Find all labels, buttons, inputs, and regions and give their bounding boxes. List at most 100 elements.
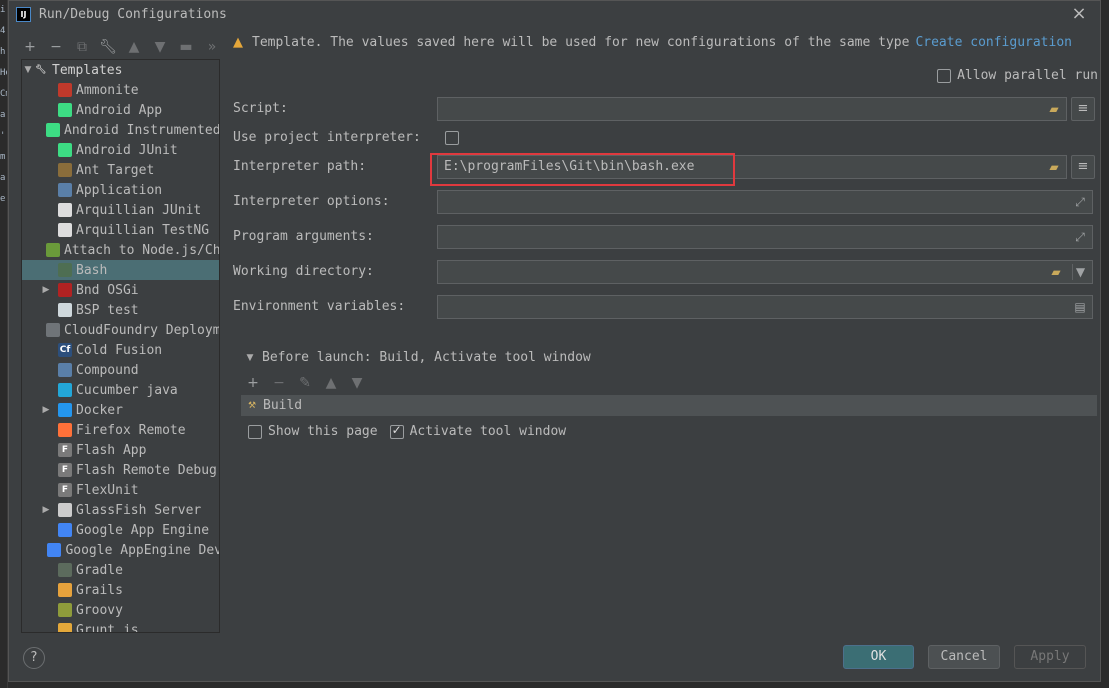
tree-item[interactable]: Arquillian TestNG <box>22 220 219 240</box>
tree-item[interactable]: ▶ GlassFish Server <box>22 500 219 520</box>
coldfusion-icon: Cf <box>58 343 72 357</box>
interpreter-path-menu-button[interactable]: ≡ <box>1071 155 1095 179</box>
remove-icon[interactable]: − <box>270 374 288 392</box>
tree-item[interactable]: CloudFoundry Deployment <box>22 320 219 340</box>
tree-item[interactable]: Compound <box>22 360 219 380</box>
copy-icon[interactable]: ⧉ <box>73 38 91 56</box>
move-up-icon[interactable]: ▲ <box>125 38 143 56</box>
interpreter-options-label: Interpreter options: <box>233 194 390 209</box>
tree-item-label: Android JUnit <box>76 142 178 158</box>
edit-icon[interactable]: ✎ <box>296 374 314 392</box>
tree-item[interactable]: Google AppEngine Dev <box>22 540 220 560</box>
tree-item[interactable]: Application <box>22 180 219 200</box>
tree-item[interactable]: ▶ Bnd OSGi <box>22 280 219 300</box>
tree-item[interactable]: Attach to Node.js/Chrome <box>22 240 219 260</box>
tree-item[interactable]: Ammonite <box>22 80 219 100</box>
expand-arrow-icon[interactable]: ▶ <box>40 285 52 295</box>
help-button[interactable]: ? <box>23 647 45 669</box>
tree-item[interactable]: Android JUnit <box>22 140 219 160</box>
title-bar: IJ Run/Debug Configurations × <box>9 1 1100 28</box>
remove-icon[interactable]: − <box>47 38 65 56</box>
expand-icon[interactable]: ⤢ <box>1072 229 1088 245</box>
create-configuration-link[interactable]: Create configuration <box>915 35 1072 50</box>
tree-item-label: Ant Target <box>76 162 155 178</box>
tree-item[interactable]: Arquillian JUnit <box>22 200 219 220</box>
tree-item[interactable]: BSP test <box>22 300 219 320</box>
activate-tool-window-checkbox[interactable] <box>389 423 404 439</box>
docker-icon <box>58 403 72 417</box>
expand-icon[interactable]: ⤢ <box>1072 194 1088 210</box>
chevron-down-icon[interactable]: ▼ <box>1072 264 1088 280</box>
wrench-icon[interactable]: 🔧︎ <box>99 38 117 56</box>
tree-item[interactable]: Gradle <box>22 560 219 580</box>
tree-item[interactable]: F FlexUnit <box>22 480 219 500</box>
wrench-icon: 🔧︎ <box>35 65 47 75</box>
osgi-icon <box>58 283 72 297</box>
tree-item[interactable]: Bash <box>22 260 219 280</box>
tree-item[interactable]: Ant Target <box>22 160 219 180</box>
tree-item[interactable]: Android Instrumented Tests <box>22 120 219 140</box>
tree-item[interactable]: Grunt.js <box>22 620 219 632</box>
add-icon[interactable]: + <box>244 374 262 392</box>
tree-item[interactable]: Groovy <box>22 600 219 620</box>
tree-item[interactable]: ▶ Docker <box>22 400 219 420</box>
environment-variables-field[interactable]: ▤ <box>437 295 1093 319</box>
use-project-interpreter-label: Use project interpreter: <box>233 130 421 145</box>
tree-item-label: BSP test <box>76 302 139 318</box>
tree-item[interactable]: Grails <box>22 580 219 600</box>
application-icon <box>58 183 72 197</box>
before-launch-task-list[interactable]: ⚒ Build <box>241 395 1097 416</box>
move-down-icon[interactable]: ▼ <box>151 38 169 56</box>
glassfish-icon <box>58 503 72 517</box>
add-icon[interactable]: + <box>21 38 39 56</box>
expand-arrow-icon[interactable]: ▶ <box>40 505 52 515</box>
script-field[interactable]: ▰ <box>437 97 1067 121</box>
tree-item-label: Google AppEngine Dev <box>65 542 220 558</box>
folder-icon[interactable]: ▰ <box>1046 159 1062 175</box>
program-arguments-field[interactable]: ⤢ <box>437 225 1093 249</box>
move-up-icon[interactable]: ▲ <box>322 374 340 392</box>
close-icon[interactable]: × <box>1070 5 1088 23</box>
tree-item[interactable]: Cf Cold Fusion <box>22 340 219 360</box>
tree-item[interactable]: Firefox Remote <box>22 420 219 440</box>
working-directory-field[interactable]: ▰ ▼ <box>437 260 1093 284</box>
script-menu-button[interactable]: ≡ <box>1071 97 1095 121</box>
tree-item-label: FlexUnit <box>76 482 139 498</box>
tree-item-label: Groovy <box>76 602 123 618</box>
template-warning: ▲ Template. The values saved here will b… <box>233 34 1072 50</box>
tree-item[interactable]: Cucumber java <box>22 380 219 400</box>
before-launch-section[interactable]: ▼ Before launch: Build, Activate tool wi… <box>244 350 591 365</box>
document-icon[interactable]: ▤ <box>1072 299 1088 315</box>
allow-parallel-checkbox[interactable] <box>937 68 952 83</box>
folder-icon[interactable]: ▰ <box>1046 101 1062 117</box>
tree-root-templates[interactable]: ▼ 🔧︎ Templates <box>22 60 219 80</box>
interpreter-options-field[interactable]: ⤢ <box>437 190 1093 214</box>
apply-button[interactable]: Apply <box>1014 645 1086 669</box>
tree-item[interactable]: F Flash Remote Debug <box>22 460 219 480</box>
working-directory-label: Working directory: <box>233 264 374 279</box>
tree-item[interactable]: F Flash App <box>22 440 219 460</box>
expand-arrow-icon[interactable]: ▶ <box>40 405 52 415</box>
tree-item[interactable]: Google App Engine <box>22 520 219 540</box>
tree-item-label: Google App Engine <box>76 522 210 538</box>
show-this-page-checkbox[interactable] <box>248 424 262 439</box>
allow-parallel-run[interactable]: Allow parallel run <box>937 68 1098 83</box>
before-launch-options: Show this page Activate tool window <box>248 423 566 439</box>
tree-item-label: Docker <box>76 402 123 418</box>
expand-arrow-icon[interactable]: ▼ <box>22 65 34 75</box>
move-down-icon[interactable]: ▼ <box>348 374 366 392</box>
task-build[interactable]: Build <box>263 398 302 413</box>
tree-item[interactable]: Android App <box>22 100 219 120</box>
folder-icon[interactable]: ▬ <box>177 38 195 56</box>
more-icon[interactable]: » <box>203 38 221 56</box>
tree-item-label: Grails <box>76 582 123 598</box>
folder-icon[interactable]: ▰ <box>1048 264 1064 280</box>
use-project-interpreter-checkbox[interactable] <box>445 131 459 145</box>
cancel-button[interactable]: Cancel <box>928 645 1000 669</box>
flexunit-icon: F <box>58 483 72 497</box>
run-debug-configurations-dialog: IJ Run/Debug Configurations × + − ⧉ 🔧︎ ▲… <box>8 0 1101 682</box>
arquillian-icon <box>58 203 72 217</box>
ok-button[interactable]: OK <box>843 645 914 669</box>
cloudfoundry-icon <box>46 323 60 337</box>
collapse-arrow-icon[interactable]: ▼ <box>244 353 256 363</box>
